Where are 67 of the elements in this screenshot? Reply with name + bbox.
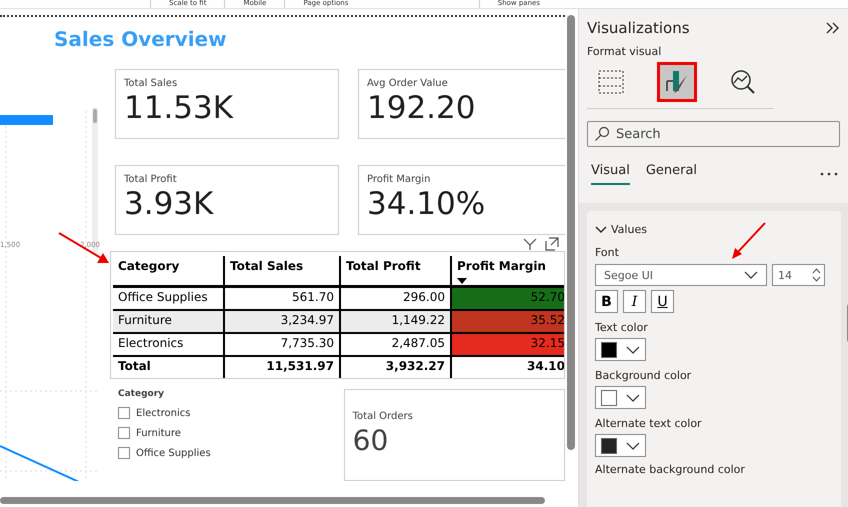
card-label: Total Orders (352, 410, 414, 422)
slicer-item-label[interactable]: Electronics (136, 408, 191, 418)
collapse-icon[interactable] (826, 22, 840, 34)
annotation-arrow (57, 231, 111, 265)
checkbox[interactable] (118, 447, 130, 459)
table-cell: 52.70 (450, 288, 564, 311)
color-picker[interactable] (595, 338, 646, 361)
table-grid-icon (598, 69, 624, 95)
column-header[interactable]: Total Profit (339, 256, 450, 288)
card-value: 34.10% (367, 185, 486, 223)
field-label: Alternate background color (595, 463, 746, 476)
table-cell: Furniture (113, 311, 223, 334)
spin-arrows-icon (812, 267, 821, 283)
total-cell: 11,531.97 (223, 357, 339, 378)
report-title: Sales Overview (53, 26, 228, 53)
text-style-button[interactable]: B (595, 290, 618, 313)
pane-title: Visualizations (587, 19, 690, 37)
slicer-title: Category (118, 389, 166, 399)
chart-bar (0, 115, 53, 125)
chevron-down-icon (626, 394, 640, 402)
text-style-button[interactable]: U (651, 290, 674, 313)
card-value: 60 (352, 422, 390, 458)
font-size-spinner[interactable]: 14 (772, 264, 825, 286)
card-label: Total Sales (124, 78, 178, 89)
table-cell: 32.15 (450, 334, 564, 357)
vertical-scrollbar[interactable] (567, 15, 575, 450)
field-label: Text color (595, 321, 649, 334)
column-header[interactable]: Total Sales (223, 256, 339, 288)
pane-subtitle: Format visual (587, 45, 662, 58)
horizontal-scrollbar[interactable] (0, 497, 545, 504)
card-value: 192.20 (367, 89, 476, 127)
more-options-icon[interactable] (820, 172, 838, 176)
field-label: Font (595, 246, 620, 259)
total-cell: 3,932.27 (339, 357, 450, 378)
table-cell: 7,735.30 (223, 334, 339, 357)
table-cell: 1,149.22 (339, 311, 450, 334)
field-label: Background color (595, 369, 692, 382)
card-label: Total Profit (124, 174, 178, 185)
field-label: Alternate text color (595, 417, 703, 430)
color-picker[interactable] (595, 386, 646, 409)
card-value: 11.53K (124, 89, 234, 127)
column-header[interactable]: Category (113, 256, 223, 288)
section-title[interactable]: Values (611, 223, 647, 236)
slicer-item-label[interactable]: Furniture (136, 428, 181, 438)
slicer-item-label[interactable]: Office Supplies (136, 448, 211, 458)
format-tab[interactable]: Visual (591, 163, 630, 185)
chevron-down-icon (626, 346, 640, 354)
chevron-icon[interactable] (595, 226, 607, 234)
chevron-down-icon (626, 442, 640, 450)
search-field[interactable]: Search (587, 121, 840, 147)
text-style-button[interactable]: I (623, 290, 646, 313)
focus-mode-icon[interactable] (545, 237, 559, 251)
analytics-magnifier-icon (730, 69, 756, 95)
font-dropdown[interactable]: Segoe UI (595, 264, 767, 286)
card-label: Profit Margin (367, 174, 432, 185)
chevron-down-icon (744, 271, 758, 279)
table-cell: Electronics (113, 334, 223, 357)
card-value: 3.93K (124, 185, 215, 223)
format-tab[interactable]: General (646, 163, 698, 185)
total-cell-text: Total (117, 358, 152, 375)
table-cell: 35.52 (450, 311, 564, 334)
checkbox[interactable] (118, 407, 130, 419)
color-picker[interactable] (595, 434, 646, 457)
card-label: Avg Order Value (367, 78, 449, 89)
filter-icon[interactable] (523, 237, 537, 251)
table-cell: 3,234.97 (223, 311, 339, 334)
checkbox[interactable] (118, 427, 130, 439)
